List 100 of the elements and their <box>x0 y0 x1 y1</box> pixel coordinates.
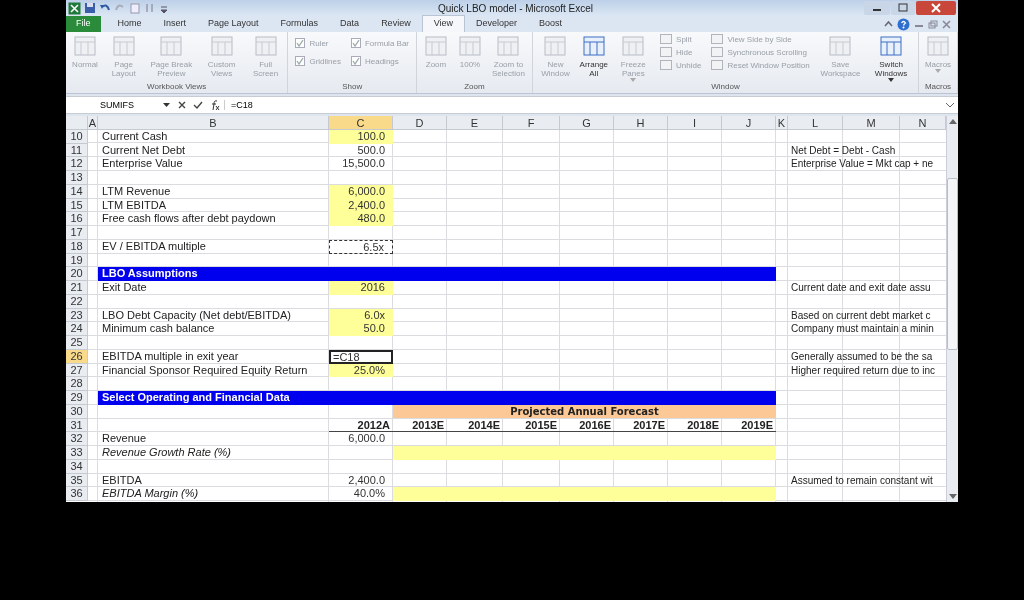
ribbon-tab[interactable]: Home <box>106 16 153 32</box>
name-box[interactable]: SUMIFS <box>66 100 174 110</box>
window-icon <box>926 34 950 58</box>
row-header[interactable]: 21 <box>66 281 88 295</box>
note-text: Net Debt = Debt - Cash <box>790 143 897 158</box>
column-header[interactable]: H <box>614 116 668 130</box>
close-button[interactable] <box>916 1 956 15</box>
year-header: 2012A <box>329 418 393 433</box>
year-header: 2017E <box>614 418 668 433</box>
column-header[interactable]: J <box>722 116 776 130</box>
row-header[interactable]: 20 <box>66 267 88 281</box>
ribbon-tab[interactable]: Page Layout <box>197 16 270 32</box>
scroll-up-icon[interactable] <box>948 119 957 124</box>
row-label: LTM Revenue <box>101 184 172 199</box>
dropdown-icon <box>163 103 170 107</box>
cell-value: 6,000.0 <box>347 432 386 446</box>
column-header[interactable]: C <box>329 116 393 130</box>
cell-value: 2,400.0 <box>347 473 386 488</box>
column-header[interactable]: N <box>900 116 946 130</box>
row-header[interactable]: 12 <box>66 157 88 171</box>
row-label: Current Net Debt <box>101 143 187 158</box>
ribbon-tab[interactable]: Data <box>329 16 371 32</box>
ribbon-tab[interactable]: Developer <box>465 16 529 32</box>
note-text: Higher required return due to inc <box>790 363 936 378</box>
minimize-ribbon-icon[interactable] <box>884 19 893 29</box>
row-header[interactable]: 16 <box>66 212 88 226</box>
row-label: Current Cash <box>101 129 169 144</box>
row-label: Revenue Growth Rate (%) <box>101 446 232 460</box>
year-header: 2014E <box>447 418 503 433</box>
scroll-thumb[interactable] <box>947 178 958 350</box>
ribbon-tab[interactable]: View <box>421 15 465 32</box>
vertical-scrollbar[interactable] <box>946 116 958 502</box>
row-header[interactable]: 36 <box>66 487 88 501</box>
ribbon-tab[interactable]: Formulas <box>269 16 330 32</box>
cell-value: 6,000.0 <box>329 184 393 199</box>
column-header[interactable]: G <box>560 116 614 130</box>
row-header[interactable]: 24 <box>66 322 88 336</box>
row-label: EBITDA multiple in exit year <box>101 349 240 364</box>
ribbon-button[interactable]: Switch Windows <box>867 34 915 82</box>
help-icon[interactable] <box>897 17 910 31</box>
ribbon-tab[interactable]: Review <box>370 16 422 32</box>
window-icon <box>660 60 673 70</box>
row-header[interactable]: 33 <box>66 446 88 460</box>
group-label: Macros <box>923 82 953 93</box>
column-header[interactable]: B <box>98 116 329 130</box>
formula-field[interactable]: =C18 <box>224 100 946 110</box>
column-header[interactable]: M <box>843 116 900 130</box>
active-cell[interactable]: =C18 <box>329 349 393 364</box>
row-header[interactable]: 32 <box>66 432 88 446</box>
note-text: Based on current debt market c <box>790 308 932 323</box>
row-header[interactable]: 29 <box>66 391 88 405</box>
year-header: 2018E <box>668 418 722 433</box>
row-label: LTM EBITDA <box>101 198 167 213</box>
caret-icon <box>888 78 895 82</box>
column-header[interactable]: D <box>393 116 447 130</box>
column-header[interactable]: K <box>776 116 788 130</box>
minimize-button[interactable] <box>864 1 890 15</box>
save-icon[interactable] <box>84 2 96 14</box>
window-icon <box>496 34 521 58</box>
group-label: Window <box>710 82 741 93</box>
window-icon <box>543 34 568 58</box>
checkbox-icon <box>351 56 361 66</box>
window-icon <box>253 34 278 58</box>
group-label: Show <box>341 82 364 93</box>
row-label: EBITDA Margin (%) <box>101 487 200 501</box>
row-header[interactable]: 17 <box>66 226 88 240</box>
note-text: Current date and exit date assu <box>790 281 932 295</box>
row-label: Financial Sponsor Required Equity Return <box>101 363 309 378</box>
function-icon[interactable] <box>209 99 221 111</box>
column-header[interactable]: E <box>447 116 503 130</box>
cell-value: 15,500.0 <box>341 157 386 171</box>
cell-value: 6.0x <box>329 308 393 323</box>
year-header: 2019E <box>722 418 776 433</box>
ribbon-tab[interactable]: Insert <box>152 16 198 32</box>
caret-icon <box>935 69 941 73</box>
window-icon <box>424 34 448 58</box>
window-icon <box>828 34 853 58</box>
row-header[interactable]: 13 <box>66 171 88 185</box>
cell-value: 480.0 <box>329 212 393 226</box>
row-label: Exit Date <box>101 281 148 295</box>
cancel-icon[interactable] <box>177 100 187 110</box>
row-header[interactable]: 25 <box>66 336 88 350</box>
file-tab[interactable]: File <box>66 16 101 32</box>
column-header[interactable]: L <box>788 116 843 130</box>
scroll-down-icon[interactable] <box>948 494 957 499</box>
row-header[interactable]: 28 <box>66 377 88 391</box>
column-header[interactable]: I <box>668 116 722 130</box>
ribbon-tab[interactable]: Boost <box>528 16 574 32</box>
cell-value: 40.0% <box>352 487 386 501</box>
expand-icon[interactable] <box>946 102 954 108</box>
column-header[interactable]: F <box>503 116 560 130</box>
year-header: 2013E <box>393 418 447 433</box>
ribbon-button[interactable]: Arrange All <box>577 34 611 78</box>
row-label: Enterprise Value <box>101 157 184 171</box>
checkbox-icon <box>295 56 306 66</box>
window-icon <box>159 34 184 58</box>
window-icon <box>711 60 724 70</box>
spreadsheet-app-icon[interactable] <box>68 1 81 15</box>
checkmark-icon[interactable] <box>193 100 203 110</box>
workbook-close-icon[interactable] <box>942 19 952 29</box>
